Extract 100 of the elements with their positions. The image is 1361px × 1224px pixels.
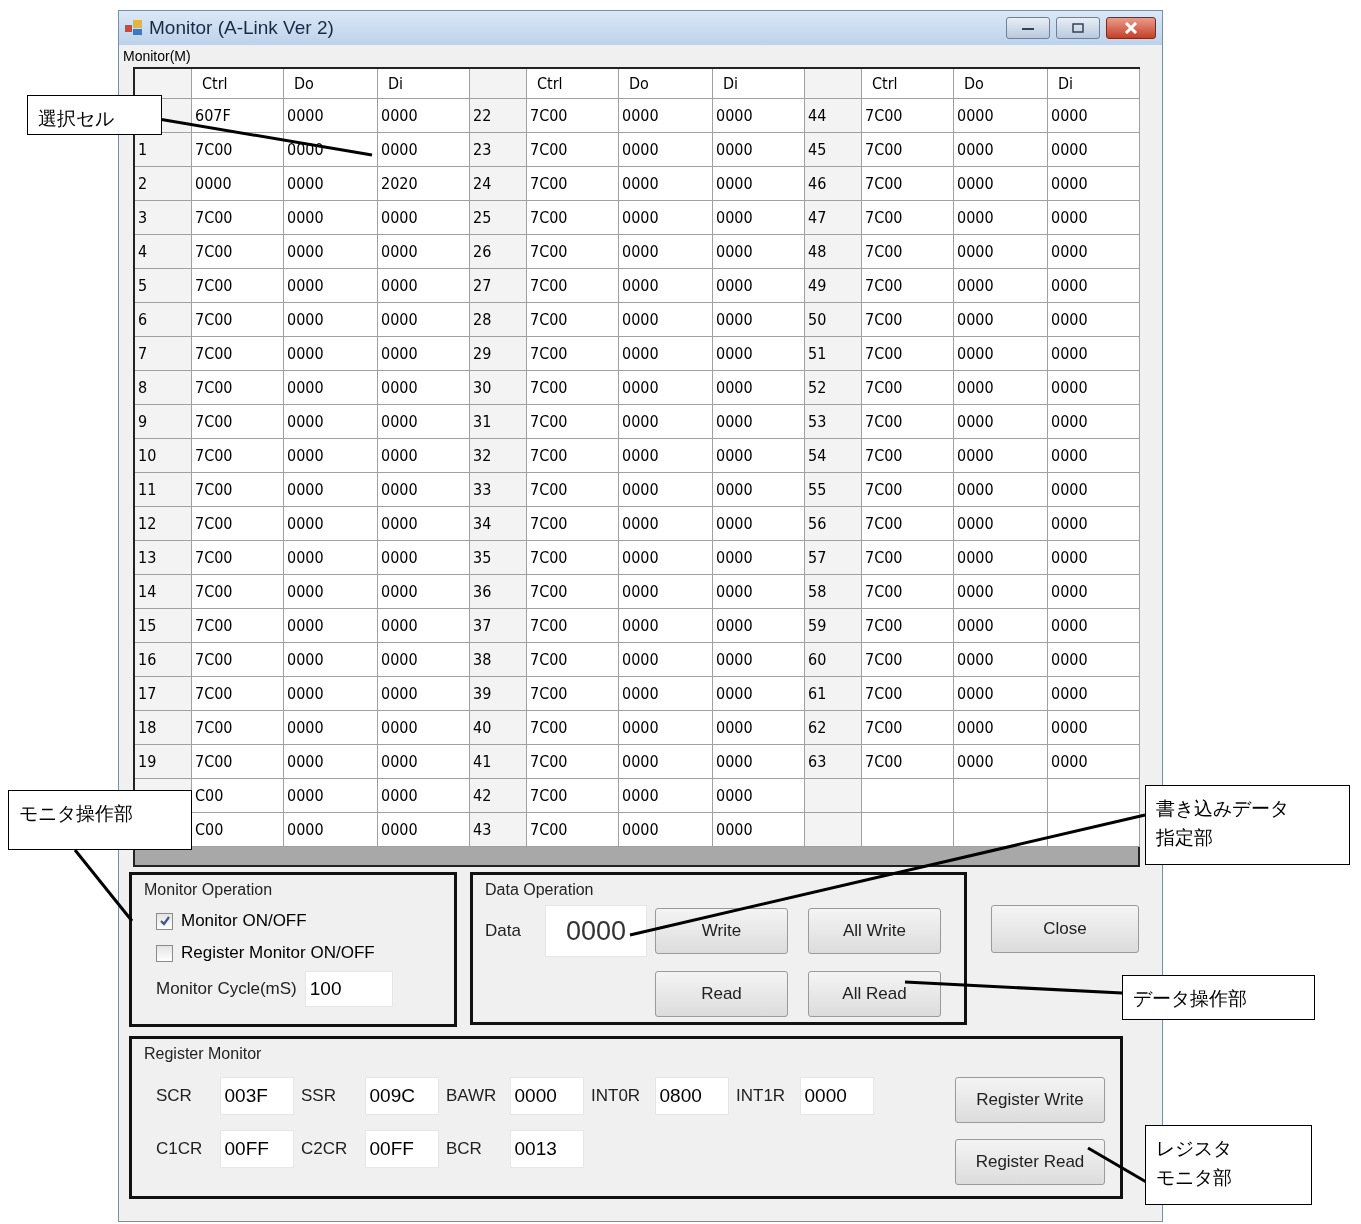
table-cell: 0000 [1048,575,1140,609]
table-cell: 0000 [713,711,805,745]
table-cell: 0000 [378,99,470,133]
table-cell: 0000 [284,201,378,235]
register-field[interactable]: 009C [364,1077,439,1115]
table-cell: 7C00 [527,269,619,303]
column-header: Di [378,69,470,99]
table-cell: 0000 [954,201,1048,235]
table-cell: 0000 [619,813,713,847]
table-cell: 0000 [378,813,470,847]
action-button[interactable]: Write [655,908,788,954]
table-cell: 0000 [1048,235,1140,269]
table-cell: 7C00 [192,439,284,473]
table-cell: 0000 [284,167,378,201]
table-cell: 0000 [713,745,805,779]
checkbox[interactable]: Monitor ON/OFF [156,911,307,931]
table-cell: 7C00 [527,779,619,813]
table-cell: 0000 [713,473,805,507]
table-cell: 0000 [954,745,1048,779]
action-button[interactable]: All Write [808,908,941,954]
table-cell: 7C00 [862,507,954,541]
table-cell: 0000 [619,99,713,133]
register-field[interactable]: 0000 [509,1077,584,1115]
field-label: Monitor Cycle(mS) [156,979,297,999]
register-button[interactable]: Register Read [955,1139,1105,1185]
table-cell: 0000 [954,677,1048,711]
group-title: Data Operation [485,881,595,899]
cycle-field[interactable]: 100 [304,971,393,1007]
register-button[interactable]: Register Write [955,1077,1105,1123]
table-cell: 0000 [713,201,805,235]
callout-label: レジスタ [1156,1136,1232,1161]
checkbox-box[interactable] [156,912,173,930]
table-cell: 7C00 [527,133,619,167]
row-number: 61 [805,677,862,711]
register-field[interactable]: 0000 [799,1077,874,1115]
row-number: 49 [805,269,862,303]
close-button[interactable] [1106,17,1156,39]
table-cell: 7C00 [862,575,954,609]
register-field[interactable]: 00FF [219,1130,294,1168]
close-dialog-button[interactable]: Close [991,905,1139,953]
table-cell: C00 [192,813,284,847]
row-number: 50 [805,303,862,337]
table-cell: 0000 [378,269,470,303]
table-cell: 0000 [713,779,805,813]
action-button[interactable]: Read [655,971,788,1017]
register-label: SCR [156,1086,193,1106]
table-cell: 7C00 [192,507,284,541]
table-cell: 7C00 [527,201,619,235]
table-cell: 0000 [619,643,713,677]
menu-item[interactable]: Monitor(M) [123,48,191,64]
table-cell: 2020 [378,167,470,201]
table-cell: 0000 [954,439,1048,473]
register-field[interactable]: 00FF [364,1130,439,1168]
table-cell: 7C00 [527,643,619,677]
table-cell: 7C00 [527,371,619,405]
table-cell: 7C00 [862,303,954,337]
row-number: 54 [805,439,862,473]
register-label: BAWR [446,1086,498,1106]
table-cell: 7C00 [862,99,954,133]
row-number: 23 [470,133,527,167]
row-number: 45 [805,133,862,167]
maximize-button[interactable] [1056,17,1100,39]
table-cell: 0000 [378,609,470,643]
table-cell: 0000 [284,541,378,575]
row-number: 1 [135,133,192,167]
table-cell: 0000 [1048,541,1140,575]
table-cell: 7C00 [862,133,954,167]
table-cell: 0000 [954,575,1048,609]
column-header: Di [713,69,805,99]
table-cell: 0000 [1048,337,1140,371]
row-number: 16 [135,643,192,677]
checkbox[interactable]: Register Monitor ON/OFF [156,943,375,963]
table-cell: 7C00 [192,541,284,575]
register-field[interactable]: 0800 [654,1077,729,1115]
column-header: Di [1048,69,1140,99]
table-cell: 0000 [619,541,713,575]
table-cell: 7C00 [862,473,954,507]
row-number: 30 [470,371,527,405]
register-field[interactable]: 003F [219,1077,294,1115]
checkbox-box[interactable] [156,944,173,962]
row-number: 52 [805,371,862,405]
table-cell: 7C00 [192,133,284,167]
table-cell: 0000 [713,507,805,541]
table-cell: 0000 [1048,167,1140,201]
row-number: 55 [805,473,862,507]
row-number: 25 [470,201,527,235]
data-field[interactable]: 0000 [545,905,647,957]
table-cell: 7C00 [192,371,284,405]
action-button[interactable]: All Read [808,971,941,1017]
table-cell: 0000 [713,405,805,439]
table-cell: 7C00 [527,235,619,269]
table-cell: 0000 [284,337,378,371]
minimize-button[interactable] [1006,17,1050,39]
table-cell: 7C00 [192,609,284,643]
table-cell: 0000 [284,269,378,303]
row-number: 2 [135,167,192,201]
register-field[interactable]: 0013 [509,1130,584,1168]
table-cell: 0000 [1048,99,1140,133]
close-icon [1124,22,1138,34]
table-cell: 7C00 [862,405,954,439]
